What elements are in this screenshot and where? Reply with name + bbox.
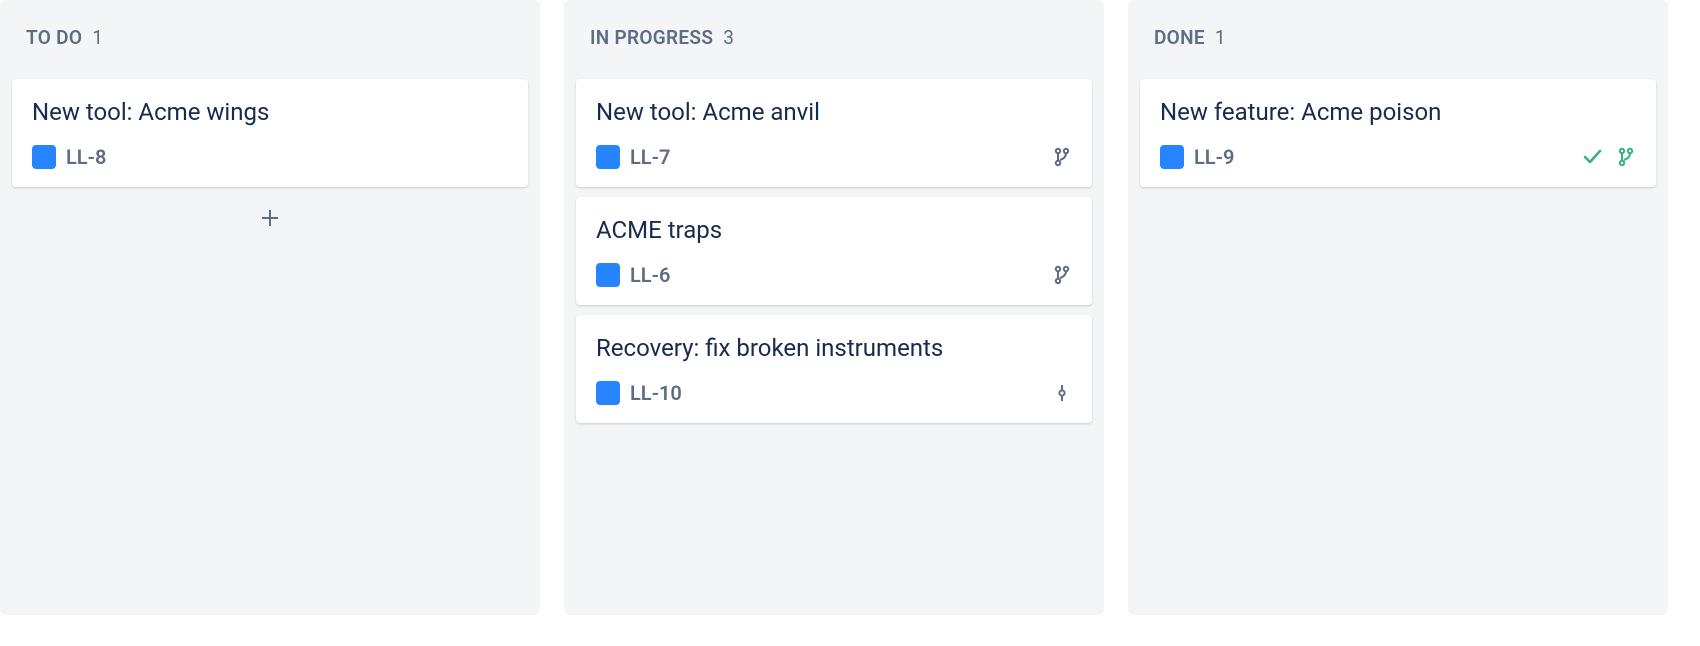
branch-icon	[1052, 265, 1072, 285]
card-key: LL-10	[630, 381, 682, 405]
card-title: New tool: Acme wings	[32, 97, 508, 127]
column-header[interactable]: TO DO 1	[0, 0, 540, 79]
column-title: TO DO	[26, 26, 82, 49]
column-title: IN PROGRESS	[590, 26, 713, 49]
card-meta: LL-8	[32, 145, 106, 169]
card[interactable]: ACME traps LL-6	[576, 197, 1092, 305]
card-title: New feature: Acme poison	[1160, 97, 1636, 127]
task-type-icon	[596, 381, 620, 405]
card[interactable]: New feature: Acme poison LL-9	[1140, 79, 1656, 187]
card-status-icons	[1582, 146, 1636, 168]
task-type-icon	[596, 263, 620, 287]
card-meta: LL-10	[596, 381, 682, 405]
column-to-do: TO DO 1 New tool: Acme wings LL-8	[0, 0, 540, 615]
card-footer: LL-6	[596, 263, 1072, 287]
card-footer: LL-9	[1160, 145, 1636, 169]
column-title: DONE	[1154, 26, 1205, 49]
card-list: New feature: Acme poison LL-9	[1128, 79, 1668, 199]
task-type-icon	[32, 145, 56, 169]
card-status-icons	[1052, 147, 1072, 167]
card-title: Recovery: fix broken instruments	[596, 333, 1072, 363]
card-meta: LL-7	[596, 145, 670, 169]
branch-icon	[1616, 147, 1636, 167]
branch-icon	[1052, 147, 1072, 167]
card[interactable]: New tool: Acme anvil LL-7	[576, 79, 1092, 187]
card-list: New tool: Acme wings LL-8	[0, 79, 540, 251]
column-count: 1	[92, 26, 103, 49]
column-done: DONE 1 New feature: Acme poison LL-9	[1128, 0, 1668, 615]
column-count: 1	[1215, 26, 1226, 49]
card[interactable]: Recovery: fix broken instruments LL-10	[576, 315, 1092, 423]
card-status-icons	[1052, 265, 1072, 285]
card-list: New tool: Acme anvil LL-7 ACME traps LL-6 Re…	[564, 79, 1104, 435]
plus-icon	[259, 207, 281, 229]
commit-icon	[1052, 383, 1072, 403]
card-meta: LL-9	[1160, 145, 1234, 169]
card-footer: LL-7	[596, 145, 1072, 169]
card-title: New tool: Acme anvil	[596, 97, 1072, 127]
column-header[interactable]: DONE 1	[1128, 0, 1668, 79]
card-title: ACME traps	[596, 215, 1072, 245]
check-icon	[1582, 146, 1604, 168]
card-footer: LL-10	[596, 381, 1072, 405]
card-meta: LL-6	[596, 263, 670, 287]
card-key: LL-8	[66, 145, 106, 169]
card-key: LL-6	[630, 263, 670, 287]
card[interactable]: New tool: Acme wings LL-8	[12, 79, 528, 187]
task-type-icon	[596, 145, 620, 169]
card-key: LL-9	[1194, 145, 1234, 169]
card-status-icons	[1052, 383, 1072, 403]
column-count: 3	[723, 26, 734, 49]
kanban-board: TO DO 1 New tool: Acme wings LL-8 IN PROGRES…	[0, 0, 1700, 646]
column-in-progress: IN PROGRESS 3 New tool: Acme anvil LL-7 ACME…	[564, 0, 1104, 615]
task-type-icon	[1160, 145, 1184, 169]
add-card-button[interactable]	[12, 197, 528, 239]
card-footer: LL-8	[32, 145, 508, 169]
card-key: LL-7	[630, 145, 670, 169]
column-header[interactable]: IN PROGRESS 3	[564, 0, 1104, 79]
